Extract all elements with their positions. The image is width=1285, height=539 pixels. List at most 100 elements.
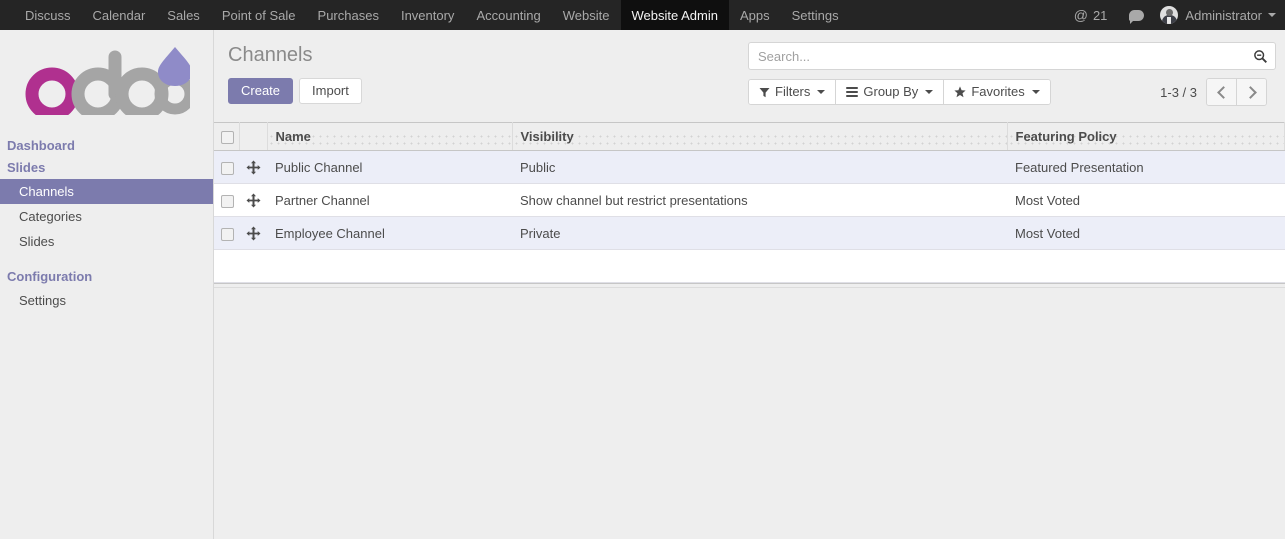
bars-icon — [846, 87, 859, 97]
favorites-dropdown[interactable]: Favorites — [944, 80, 1050, 104]
chevron-down-icon — [1268, 13, 1276, 17]
row-select-cell — [214, 216, 239, 250]
filler-cell — [1007, 249, 1285, 283]
channels-table: Name Visibility Featuring Policy Public … — [214, 122, 1285, 283]
cell-visibility: Private — [512, 216, 1007, 250]
select-all-checkbox[interactable] — [221, 131, 234, 145]
cell-name: Public Channel — [267, 150, 512, 184]
menu-item-sales[interactable]: Sales — [156, 0, 211, 30]
menu-item-settings[interactable]: Settings — [781, 0, 850, 30]
table-row[interactable]: Partner Channel Show channel but restric… — [214, 183, 1285, 217]
list-view: Name Visibility Featuring Policy Public … — [214, 122, 1285, 539]
group-by-dropdown[interactable]: Group By — [836, 80, 945, 104]
main-content: Channels Create Import Search... Filters… — [214, 30, 1285, 539]
filters-dropdown[interactable]: Filters — [749, 80, 837, 104]
sidebar-item-settings[interactable]: Settings — [0, 288, 213, 313]
column-header-label: Featuring Policy — [1015, 129, 1117, 144]
list-empty-space — [214, 287, 1285, 539]
column-header-label: Name — [275, 129, 311, 144]
user-menu[interactable]: Administrator — [1156, 6, 1276, 24]
menu-item-website[interactable]: Website — [552, 0, 621, 30]
user-name-label: Administrator — [1185, 7, 1262, 23]
search-box[interactable] — [748, 42, 1276, 70]
messaging-menu-button[interactable] — [1117, 9, 1156, 24]
menu-item-accounting[interactable]: Accounting — [465, 0, 551, 30]
cell-name: Employee Channel — [267, 216, 512, 250]
chevron-down-icon — [817, 90, 826, 94]
drag-handle-icon[interactable] — [246, 193, 261, 208]
menu-item-calendar[interactable]: Calendar — [82, 0, 157, 30]
import-button[interactable]: Import — [299, 78, 362, 104]
row-checkbox[interactable] — [221, 161, 234, 175]
star-icon — [954, 86, 966, 98]
odoo-logo-svg — [25, 46, 190, 115]
menu-item-point-of-sale[interactable]: Point of Sale — [211, 0, 307, 30]
row-checkbox[interactable] — [221, 227, 234, 241]
row-checkbox[interactable] — [221, 194, 234, 208]
filler-cell — [267, 249, 512, 283]
menu-item-label: Discuss — [25, 7, 71, 23]
column-header-label: Visibility — [520, 129, 574, 144]
create-button[interactable]: Create — [228, 78, 294, 104]
filler-cell — [214, 249, 239, 283]
menu-item-label: Sales — [167, 7, 200, 23]
chevron-down-icon — [1031, 90, 1040, 94]
search-input[interactable] — [758, 48, 1249, 64]
sidebar-section-dashboard: Dashboard — [0, 135, 213, 157]
column-header-name[interactable]: Name — [267, 122, 513, 151]
navbar-right-group: @ 21 Administrator — [1064, 0, 1285, 30]
at-icon: @ — [1073, 7, 1088, 23]
row-handle-cell — [239, 216, 267, 250]
menu-item-website-admin[interactable]: Website Admin — [620, 0, 729, 30]
pager-value: 1-3 / 3 — [1160, 84, 1197, 100]
odoo-logo[interactable] — [0, 30, 213, 135]
sidebar-item-label: Channels — [19, 184, 74, 199]
column-header-visibility[interactable]: Visibility — [512, 122, 1008, 151]
sidebar-item-channels[interactable]: Channels — [0, 179, 213, 204]
handle-header — [239, 122, 268, 151]
sidebar-item-categories[interactable]: Categories — [0, 204, 213, 229]
menu-item-label: Settings — [791, 7, 839, 23]
table-header-row: Name Visibility Featuring Policy — [214, 122, 1285, 151]
row-select-cell — [214, 183, 239, 217]
column-header-featuring-policy[interactable]: Featuring Policy — [1007, 122, 1285, 151]
pager-previous-button[interactable] — [1207, 79, 1237, 105]
menu-item-purchases[interactable]: Purchases — [307, 0, 390, 30]
drag-handle-icon[interactable] — [246, 160, 261, 175]
menu-item-label: Point of Sale — [221, 7, 296, 23]
row-select-cell — [214, 150, 239, 184]
cell-featuring-policy: Most Voted — [1007, 216, 1285, 250]
table-filler-row — [214, 249, 1285, 283]
table-header: Name Visibility Featuring Policy — [214, 122, 1285, 151]
menu-item-label: Accounting — [476, 7, 541, 23]
sidebar-item-slides[interactable]: Slides — [0, 229, 213, 254]
favorites-label: Favorites — [971, 84, 1025, 99]
search-options-row: Filters Group By Favorites 1-3 / 3 — [748, 78, 1276, 106]
sidebar-section-label: Slides — [7, 160, 46, 175]
table-row[interactable]: Employee Channel Private Most Voted — [214, 216, 1285, 250]
cell-featuring-policy: Featured Presentation — [1007, 150, 1285, 184]
filters-label: Filters — [775, 84, 811, 99]
group-by-label: Group By — [863, 84, 919, 99]
sidebar-section-slides: Slides — [0, 157, 213, 179]
mentions-counter[interactable]: @ 21 — [1064, 8, 1118, 23]
sidebar-section-configuration: Configuration — [0, 266, 213, 288]
cell-featuring-policy: Most Voted — [1007, 183, 1285, 217]
row-handle-cell — [239, 150, 267, 184]
menu-item-discuss[interactable]: Discuss — [14, 0, 82, 30]
drag-handle-icon[interactable] — [246, 226, 261, 241]
menu-item-inventory[interactable]: Inventory — [390, 0, 465, 30]
avatar — [1160, 6, 1179, 24]
menu-item-label: Apps — [739, 7, 770, 23]
search-dropdowns: Filters Group By Favorites — [748, 79, 1051, 105]
select-all-header — [214, 122, 240, 151]
menu-item-label: Purchases — [317, 7, 379, 23]
cell-visibility: Show channel but restrict presentations — [512, 183, 1007, 217]
menu-item-apps[interactable]: Apps — [729, 0, 781, 30]
search-icon[interactable] — [1253, 49, 1268, 64]
sidebar-section-label: Dashboard — [7, 138, 75, 153]
pager-next-button[interactable] — [1237, 79, 1266, 105]
table-row[interactable]: Public Channel Public Featured Presentat… — [214, 150, 1285, 184]
menu-item-label: Inventory — [400, 7, 455, 23]
